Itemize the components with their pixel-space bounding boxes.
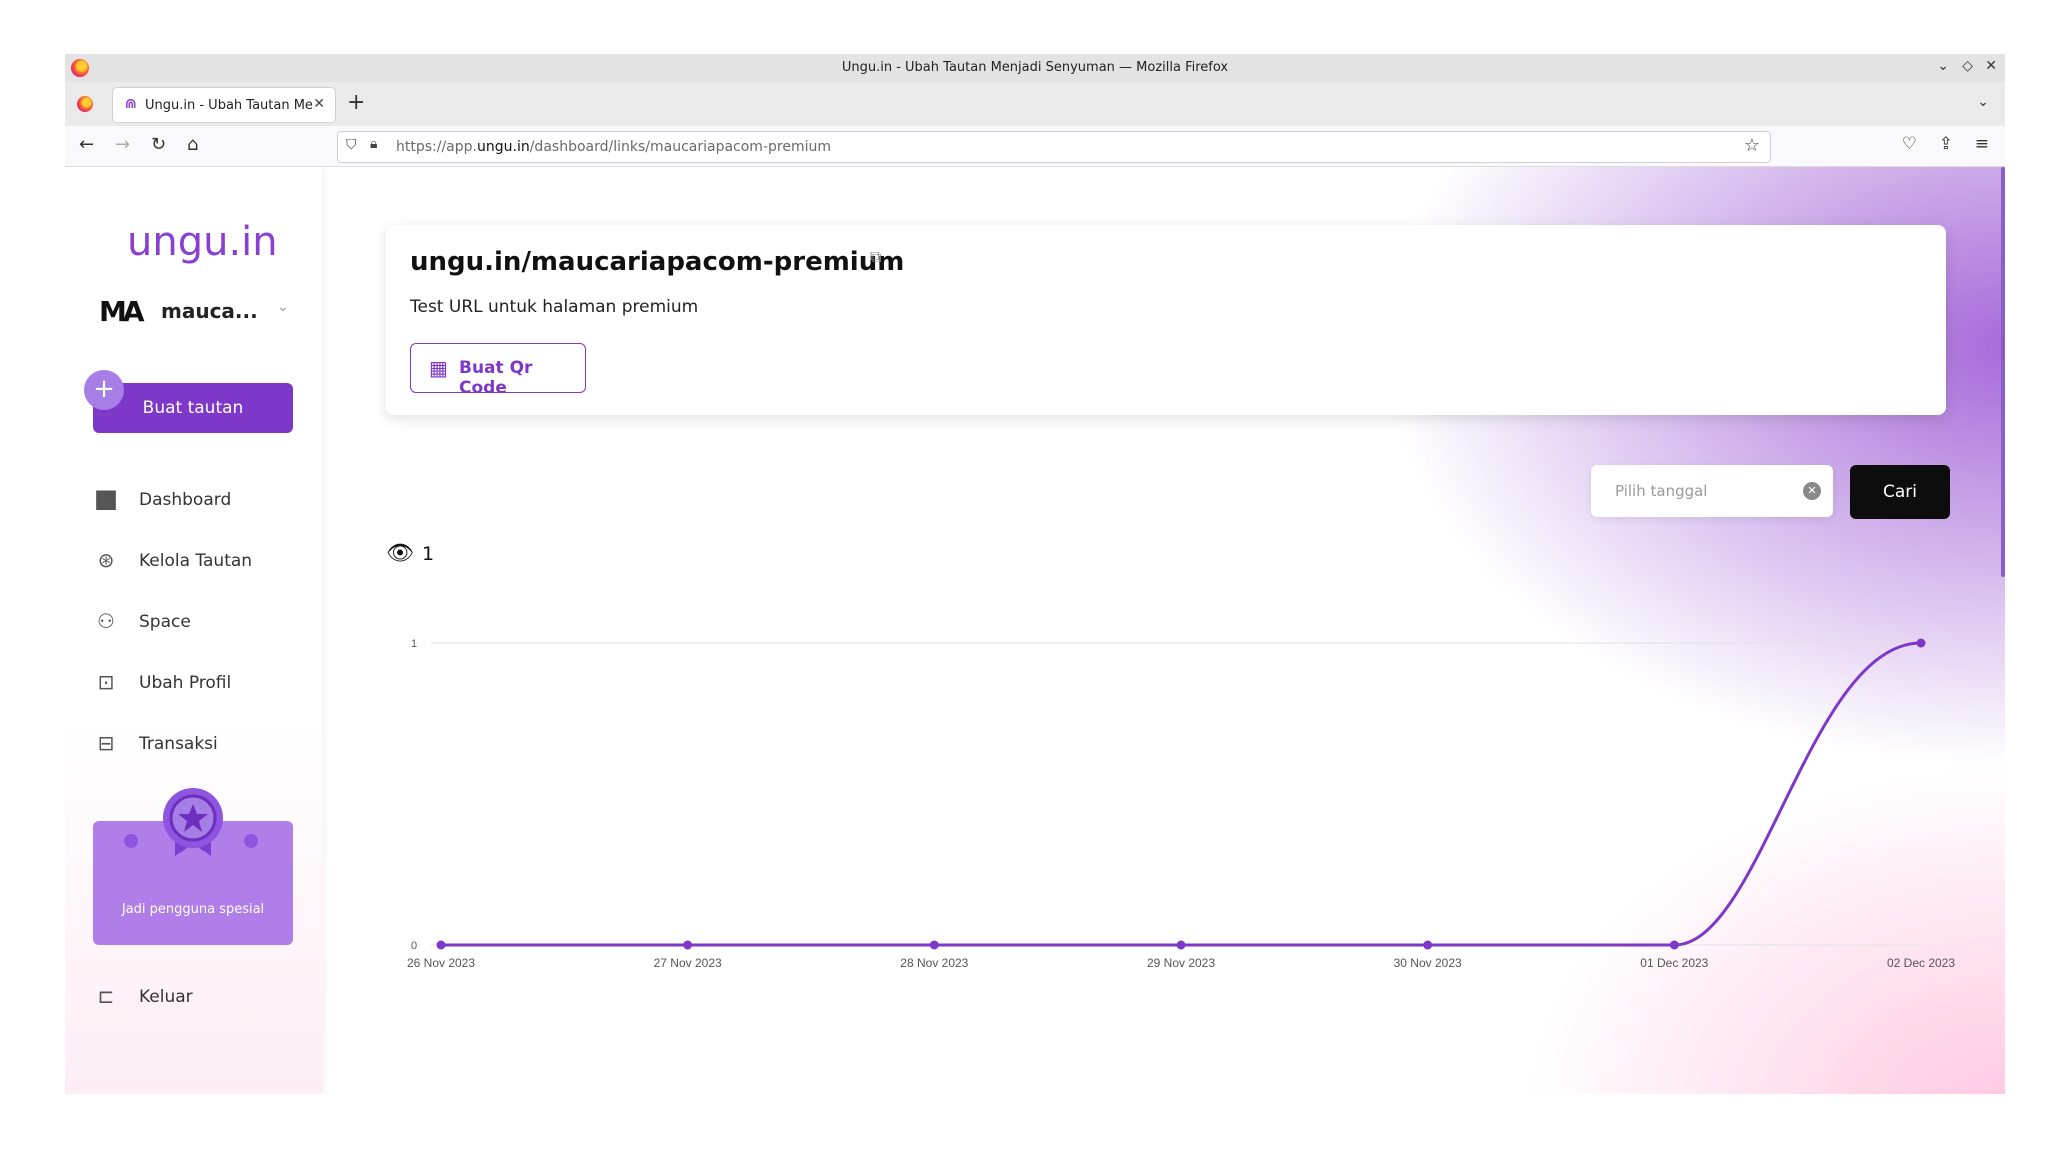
sidebar-item-kelola-tautan[interactable]: ⊛ Kelola Tautan (93, 546, 303, 578)
series-line (441, 641, 1922, 947)
x-tick-label: 30 Nov 2023 (1394, 956, 1462, 970)
url-text[interactable]: https://app.ungu.in/dashboard/links/mauc… (396, 139, 831, 155)
list-all-tabs-icon[interactable]: ⌄ (1977, 94, 1989, 110)
favicon-icon: ⋒ (125, 96, 137, 112)
firefox-view-icon[interactable] (77, 96, 93, 112)
workspace-logo: MA (99, 295, 145, 328)
sidebar-item-transaksi[interactable]: ⊟ Transaksi (93, 729, 303, 761)
data-point (436, 940, 446, 950)
views-line-chart: 0 1 26 Nov 2023 27 Nov 2023 28 Nov 2023 29 No… (407, 638, 1955, 970)
new-tab-icon[interactable]: + (347, 90, 365, 115)
back-icon[interactable]: ← (79, 134, 94, 155)
home-icon: ⬛︎ (96, 487, 116, 511)
data-point (1423, 940, 1433, 950)
title-bar: Ungu.in - Ubah Tautan Menjadi Senyuman —… (65, 54, 2005, 82)
extensions-icon[interactable]: ⇪ (1939, 134, 1953, 154)
logout-icon: ⊏ (97, 984, 115, 1008)
copy-icon[interactable]: ⧉ (870, 247, 881, 267)
logout-label: Keluar (139, 987, 193, 1007)
sidebar-item-ubah-profil[interactable]: ⊡ Ubah Profil (93, 668, 303, 700)
shield-icon[interactable]: ⛉ (346, 137, 357, 153)
sidebar-item-label: Transaksi (139, 734, 218, 754)
sidebar-item-label: Kelola Tautan (139, 551, 253, 571)
data-point (1669, 940, 1679, 950)
tab-label: Ungu.in - Ubah Tautan Menjadi Senyuman (145, 98, 313, 113)
logout-item[interactable]: ⊏ Keluar (93, 982, 303, 1014)
chevron-down-icon[interactable]: ⌄ (277, 299, 289, 315)
close-tab-icon[interactable]: ✕ (313, 96, 325, 112)
clear-icon[interactable]: ✕ (1803, 482, 1821, 500)
date-placeholder: Pilih tanggal (1615, 482, 1708, 500)
link-description: Test URL untuk halaman premium (410, 297, 699, 317)
url-bar[interactable]: ⛉ 🔒︎ https://app.ungu.in/dashboard/links… (337, 131, 1771, 163)
home-icon[interactable]: ⌂ (187, 134, 198, 155)
qr-code-icon: ▦ (429, 356, 448, 380)
data-point (683, 940, 693, 950)
sidebar-item-label: Ubah Profil (139, 673, 232, 693)
x-tick-label: 28 Nov 2023 (900, 956, 968, 970)
receipt-icon: ⊟ (97, 731, 115, 755)
data-point (929, 940, 939, 950)
tab-active[interactable]: ⋒ Ungu.in - Ubah Tautan Menjadi Senyuman… (113, 88, 335, 122)
plus-icon[interactable]: + (84, 370, 124, 410)
sidebar-item-space[interactable]: ⚇ Space (93, 607, 303, 639)
x-tick-label: 27 Nov 2023 (654, 956, 722, 970)
link-title: ungu.in/maucariapacom-premium (410, 247, 905, 277)
app-logo[interactable]: ungu.in (127, 219, 278, 265)
minimize-icon[interactable]: ⌄ (1937, 58, 1949, 74)
data-point (1916, 638, 1926, 648)
x-tick-label: 01 Dec 2023 (1640, 956, 1708, 970)
x-tick-label: 29 Nov 2023 (1147, 956, 1215, 970)
reload-icon[interactable]: ↻ (151, 134, 166, 155)
y-tick-label: 0 (411, 940, 417, 952)
eye-icon: 👁︎ (386, 541, 414, 566)
views-value: 1 (422, 543, 435, 565)
special-user-text: Jadi pengguna spesial (121, 902, 265, 917)
qr-button-label: Buat Qr Code (459, 358, 533, 398)
y-tick-label: 1 (411, 638, 417, 650)
sidebar-item-dashboard[interactable]: ⬛︎ Dashboard (93, 485, 303, 517)
link-globe-icon: ⊛ (97, 548, 115, 572)
sidebar: ungu.in MA mauca... ⌄ Buat tautan + ⬛︎ D… (65, 167, 322, 1094)
close-window-icon[interactable]: ✕ (1985, 58, 1997, 74)
decor-dots (124, 834, 258, 848)
x-tick-label: 02 Dec 2023 (1887, 956, 1955, 970)
bookmark-star-icon[interactable]: ☆ (1744, 135, 1760, 156)
x-tick-label: 26 Nov 2023 (407, 956, 475, 970)
link-detail-card: ungu.in/maucariapacom-premium ⧉ Test URL… (386, 225, 1946, 415)
lock-icon[interactable]: 🔒︎ (370, 136, 377, 152)
date-picker-input[interactable]: Pilih tanggal ✕ (1591, 465, 1833, 517)
scrollbar[interactable] (2001, 167, 2005, 577)
forward-icon[interactable]: → (115, 134, 130, 155)
team-icon: ⚇ (97, 609, 115, 633)
menu-icon[interactable]: ≡ (1975, 134, 1989, 154)
search-button[interactable]: Cari (1850, 465, 1950, 519)
sidebar-item-label: Space (139, 612, 191, 632)
tab-bar: ⋒ Ungu.in - Ubah Tautan Menjadi Senyuman… (65, 82, 2005, 126)
browser-window: Ungu.in - Ubah Tautan Menjadi Senyuman —… (65, 54, 2005, 1094)
create-qr-button[interactable]: ▦ Buat Qr Code (410, 343, 586, 398)
navigation-bar: ← → ↻ ⌂ ⛉ 🔒︎ https://app.ungu.in/dashboa… (65, 126, 2005, 167)
sidebar-item-label: Dashboard (139, 490, 232, 510)
page-content: ungu.in MA mauca... ⌄ Buat tautan + ⬛︎ D… (65, 167, 2005, 1094)
profile-edit-icon: ⊡ (97, 670, 115, 694)
workspace-name[interactable]: mauca... (161, 299, 258, 323)
window-title: Ungu.in - Ubah Tautan Menjadi Senyuman —… (841, 60, 1229, 75)
pocket-icon[interactable]: ♡ (1902, 134, 1917, 154)
data-point (1176, 940, 1186, 950)
maximize-icon[interactable]: ◇ (1962, 58, 1973, 74)
